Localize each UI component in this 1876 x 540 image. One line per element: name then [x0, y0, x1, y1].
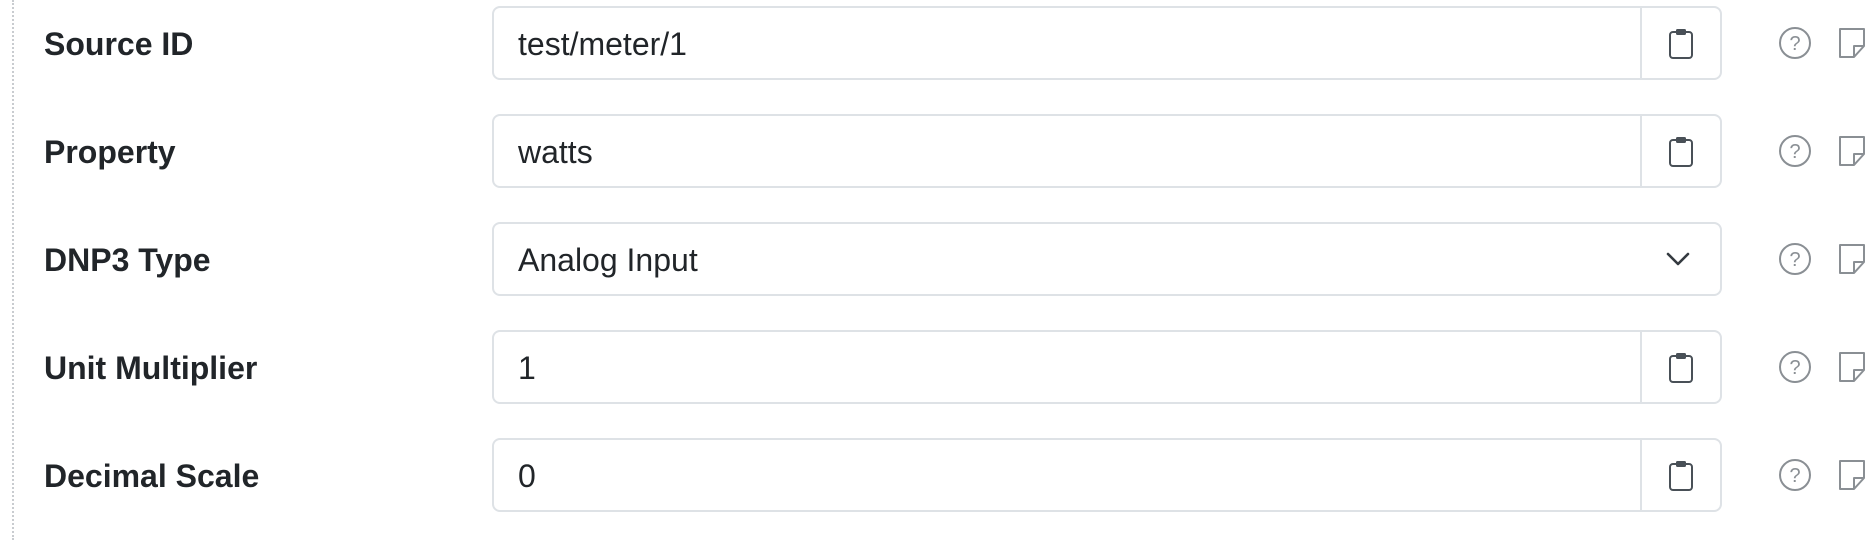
property-input[interactable]: watts [492, 114, 1722, 188]
form-row-decimal-scale: Decimal Scale 0 ? [0, 438, 1876, 514]
paste-button[interactable] [1640, 8, 1720, 78]
sticky-note-icon[interactable] [1836, 458, 1868, 492]
chevron-down-icon [1658, 224, 1698, 294]
dnp3-type-select[interactable]: Analog Input [492, 222, 1722, 296]
form-row-source-id: Source ID test/meter/1 ? [0, 6, 1876, 82]
form-row-property: Property watts ? [0, 114, 1876, 190]
paste-button[interactable] [1640, 440, 1720, 510]
paste-button[interactable] [1640, 332, 1720, 402]
decimal-scale-input[interactable]: 0 [492, 438, 1722, 512]
help-icon[interactable]: ? [1778, 242, 1812, 276]
unit-multiplier-input[interactable]: 1 [492, 330, 1722, 404]
help-icon[interactable]: ? [1778, 350, 1812, 384]
field-label: Source ID [44, 26, 194, 62]
clipboard-icon [1669, 137, 1693, 167]
svg-text:?: ? [1789, 141, 1800, 163]
field-value: test/meter/1 [518, 26, 687, 62]
field-label: Decimal Scale [44, 458, 260, 494]
svg-text:?: ? [1789, 357, 1800, 379]
field-label: DNP3 Type [44, 242, 211, 278]
help-icon[interactable]: ? [1778, 26, 1812, 60]
help-icon[interactable]: ? [1778, 134, 1812, 168]
form-row-dnp3-type: DNP3 Type Analog Input ? [0, 222, 1876, 298]
sticky-note-icon[interactable] [1836, 26, 1868, 60]
help-icon[interactable]: ? [1778, 458, 1812, 492]
sticky-note-icon[interactable] [1836, 242, 1868, 276]
svg-text:?: ? [1789, 33, 1800, 55]
field-value: 1 [518, 350, 536, 386]
field-label: Property [44, 134, 176, 170]
clipboard-icon [1669, 461, 1693, 491]
selected-value: Analog Input [518, 242, 698, 278]
source-id-input[interactable]: test/meter/1 [492, 6, 1722, 80]
field-value: watts [518, 134, 593, 170]
sticky-note-icon[interactable] [1836, 350, 1868, 384]
field-label: Unit Multiplier [44, 350, 258, 386]
svg-text:?: ? [1789, 465, 1800, 487]
field-value: 0 [518, 458, 536, 494]
clipboard-icon [1669, 29, 1693, 59]
svg-text:?: ? [1789, 249, 1800, 271]
clipboard-icon [1669, 353, 1693, 383]
form-row-unit-multiplier: Unit Multiplier 1 ? [0, 330, 1876, 406]
paste-button[interactable] [1640, 116, 1720, 186]
sticky-note-icon[interactable] [1836, 134, 1868, 168]
